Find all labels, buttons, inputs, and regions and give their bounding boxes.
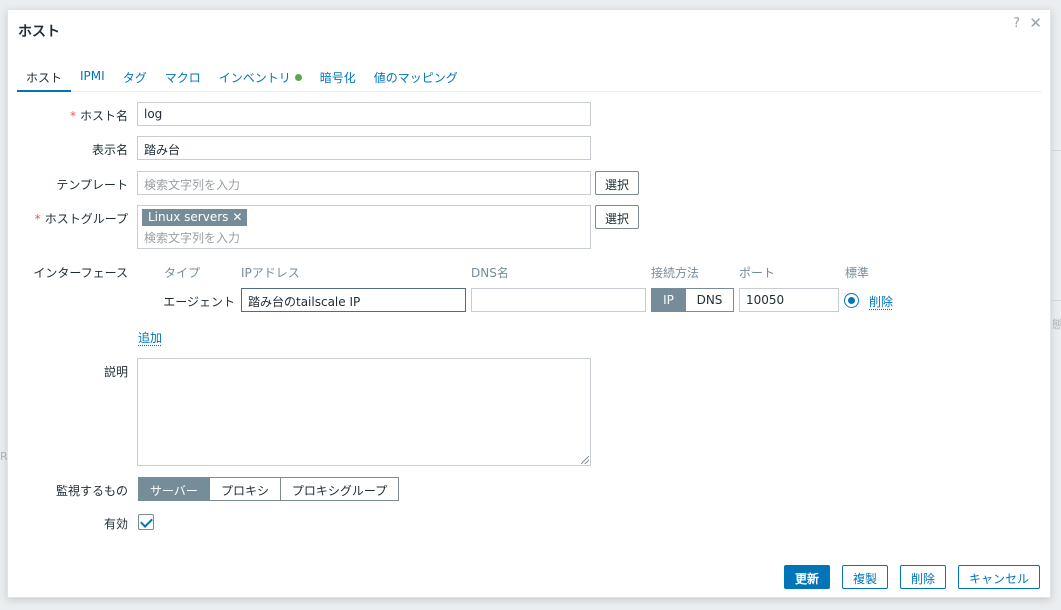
cancel-button[interactable]: キャンセル [958, 565, 1041, 589]
interfaces-label: インターフェース [33, 266, 128, 280]
interface-col-connect: 接続方法 [651, 266, 700, 280]
interface-col-default: 標準 [845, 266, 870, 280]
host-name-label: * ホスト名 [69, 109, 128, 123]
monitored-by-server[interactable]: サーバー [138, 477, 210, 501]
required-mark: * [34, 212, 41, 226]
enabled-checkbox[interactable] [138, 514, 154, 530]
help-icon[interactable]: ? [1013, 16, 1020, 31]
background-text: 態 [1052, 318, 1061, 331]
resize-grip-icon[interactable] [581, 456, 589, 464]
monitored-by-proxy-group[interactable]: プロキシグループ [280, 477, 399, 501]
host-name-input[interactable]: log [137, 102, 591, 126]
tab-inventory[interactable]: インベントリ [210, 66, 311, 92]
delete-button[interactable]: 削除 [900, 565, 947, 589]
tab-host[interactable]: ホスト [17, 66, 72, 92]
tab-macros[interactable]: マクロ [156, 66, 210, 92]
remove-tag-icon[interactable]: ✕ [232, 210, 242, 224]
interface-col-type: タイプ [164, 266, 201, 280]
background-divider [1052, 300, 1061, 301]
description-textarea[interactable] [137, 358, 591, 466]
templates-select-button[interactable]: 選択 [595, 171, 640, 195]
description-label: 説明 [103, 365, 128, 379]
interface-port-input[interactable]: 10050 [739, 288, 839, 312]
interface-col-dns: DNS名 [471, 266, 509, 280]
host-groups-label: * ホストグループ [34, 212, 128, 226]
required-mark: * [69, 109, 76, 123]
tab-encryption[interactable]: 暗号化 [311, 66, 365, 92]
dialog-title: ホスト [18, 24, 60, 40]
tab-tags[interactable]: タグ [114, 66, 156, 92]
visible-name-input[interactable]: 踏み台 [137, 136, 591, 160]
templates-input[interactable]: 検索文字列を入力 [137, 171, 591, 195]
host-group-tag: Linux servers ✕ [142, 209, 248, 226]
interface-default-radio[interactable] [844, 293, 859, 308]
monitored-by-label: 監視するもの [55, 484, 128, 498]
host-groups-select-button[interactable]: 選択 [595, 205, 640, 229]
close-icon[interactable]: ✕ [1029, 14, 1042, 32]
interface-dns-input[interactable] [471, 288, 646, 312]
host-groups-search-input[interactable]: 検索文字列を入力 [144, 229, 240, 246]
inventory-status-dot [294, 74, 302, 81]
interface-col-port: ポート [739, 266, 776, 280]
host-groups-multiselect[interactable]: Linux servers ✕ 検索文字列を入力 [137, 205, 591, 249]
templates-label: テンプレート [56, 178, 128, 192]
update-button[interactable]: 更新 [784, 565, 831, 589]
interface-col-ip: IPアドレス [241, 266, 300, 280]
host-dialog: ホスト ? ✕ ホスト IPMI タグ マクロ インベントリ 暗号化 値のマッピ… [7, 9, 1051, 598]
interface-add-link[interactable]: 追加 [138, 329, 162, 346]
enabled-label: 有効 [103, 517, 128, 531]
monitored-by-proxy[interactable]: プロキシ [209, 477, 281, 501]
background-divider [1052, 150, 1061, 151]
connect-dns-toggle[interactable]: DNS [685, 288, 734, 312]
connect-ip-toggle[interactable]: IP [651, 288, 686, 312]
interface-type-agent: エージェント [163, 295, 235, 309]
clone-button[interactable]: 複製 [842, 565, 889, 589]
tab-value-mapping[interactable]: 値のマッピング [365, 66, 467, 92]
interface-remove-link[interactable]: 削除 [869, 293, 893, 310]
tab-ipmi[interactable]: IPMI [71, 66, 114, 92]
tab-bar: ホスト IPMI タグ マクロ インベントリ 暗号化 値のマッピング [17, 66, 1041, 92]
interface-ip-input[interactable]: 踏み台のtailscale IP [241, 288, 466, 312]
visible-name-label: 表示名 [91, 143, 128, 157]
